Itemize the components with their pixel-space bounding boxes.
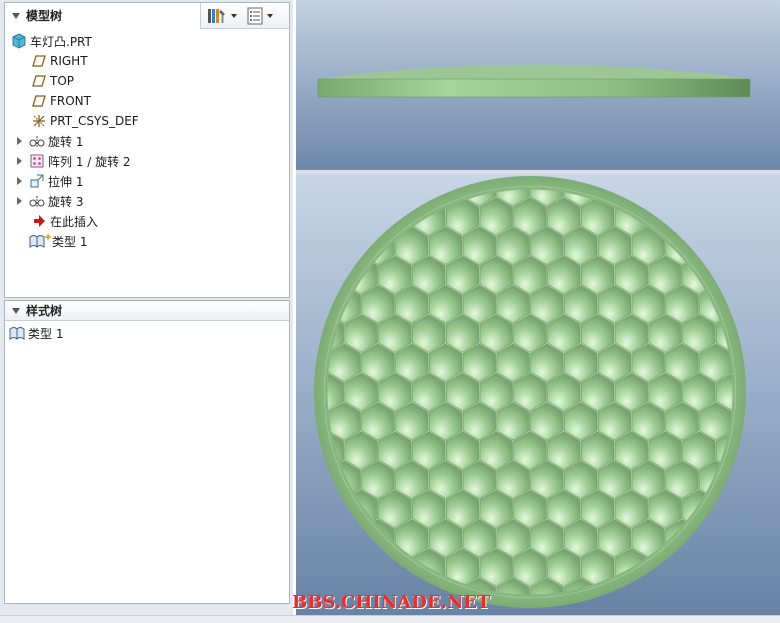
tree-item-label: 类型 1 [52, 234, 88, 249]
style-tree-header[interactable]: 样式树 [5, 301, 289, 321]
tree-item-label: 在此插入 [50, 214, 99, 229]
tree-item-revolve-3[interactable]: 旋转 3 [15, 191, 83, 211]
style-tree-title: 样式树 [26, 304, 63, 318]
tree-item-style-type[interactable]: 类型 1 [29, 231, 87, 251]
expand-arrow-icon[interactable] [17, 177, 22, 185]
viewport-front-view[interactable] [296, 174, 780, 617]
tree-item-label: TOP [50, 74, 75, 88]
left-panel: 模型树 车灯凸.PRT RIGHT TOP FRONT PRT_CSYS_DEF… [0, 0, 293, 622]
tree-item-insert-here[interactable]: 在此插入 [31, 211, 98, 231]
tree-item-label: 拉伸 1 [48, 174, 84, 189]
tree-columns-button[interactable] [247, 6, 273, 26]
watermark-text: BBS.CHINADE.NET [292, 592, 491, 613]
settings-tools-button[interactable] [207, 6, 237, 26]
chevron-down-icon[interactable] [231, 13, 237, 18]
style-type-icon [29, 235, 45, 248]
settings-tools-icon [208, 8, 225, 23]
tree-item-label: 旋转 1 [48, 134, 84, 149]
expand-arrow-icon[interactable] [17, 137, 22, 145]
part-icon [12, 33, 26, 49]
datum-plane-icon [32, 95, 46, 107]
tree-item-label: PRT_CSYS_DEF [50, 114, 139, 128]
model-tree-header: 模型树 [5, 2, 289, 29]
tree-item-revolve-1[interactable]: 旋转 1 [15, 131, 83, 151]
tree-item-pattern-1[interactable]: 阵列 1 / 旋转 2 [15, 151, 131, 171]
tree-item-top[interactable]: TOP [31, 71, 74, 91]
insert-here-arrow-icon [34, 215, 45, 227]
tree-item-extrude-1[interactable]: 拉伸 1 [15, 171, 83, 191]
tree-item-label: RIGHT [50, 54, 88, 68]
model-tree-title-box[interactable]: 模型树 [5, 2, 201, 29]
viewport-side-view[interactable] [296, 0, 780, 170]
collapse-arrow-icon[interactable] [12, 12, 20, 19]
csys-icon [33, 115, 45, 127]
expand-arrow-icon[interactable] [17, 197, 22, 205]
style-tree-pane: 样式树 类型 1 [4, 300, 290, 604]
tree-item-right[interactable]: RIGHT [31, 51, 88, 71]
tree-item-root[interactable]: 车灯凸.PRT [11, 31, 92, 51]
tree-item-label: FRONT [50, 94, 91, 108]
revolve-icon [29, 196, 45, 207]
chevron-down-icon[interactable] [267, 13, 273, 18]
collapse-arrow-icon[interactable] [12, 307, 20, 314]
style-tree-item[interactable]: 类型 1 [9, 323, 63, 343]
new-star-icon [44, 233, 52, 241]
revolve-icon [29, 136, 45, 147]
model-tree-title: 模型树 [26, 9, 63, 23]
extrude-icon [30, 174, 44, 188]
tree-columns-icon [247, 7, 263, 24]
model-tree-pane: 模型树 车灯凸.PRT RIGHT TOP FRONT PRT_CSYS_DEF… [4, 2, 290, 298]
tree-item-front[interactable]: FRONT [31, 91, 91, 111]
tree-item-label: 阵列 1 / 旋转 2 [48, 154, 131, 169]
honeycomb-pattern [326, 188, 734, 596]
tree-item-csys[interactable]: PRT_CSYS_DEF [31, 111, 139, 131]
lens-front-view [314, 176, 746, 608]
tree-item-label: 旋转 3 [48, 194, 84, 209]
style-type-icon [9, 327, 25, 340]
tree-item-label: 类型 1 [28, 326, 64, 341]
datum-plane-icon [32, 75, 46, 87]
datum-plane-icon [32, 55, 46, 67]
tree-item-label: 车灯凸.PRT [30, 34, 92, 49]
expand-arrow-icon[interactable] [17, 157, 22, 165]
pattern-icon [30, 154, 44, 168]
lens-side-profile [317, 64, 751, 98]
